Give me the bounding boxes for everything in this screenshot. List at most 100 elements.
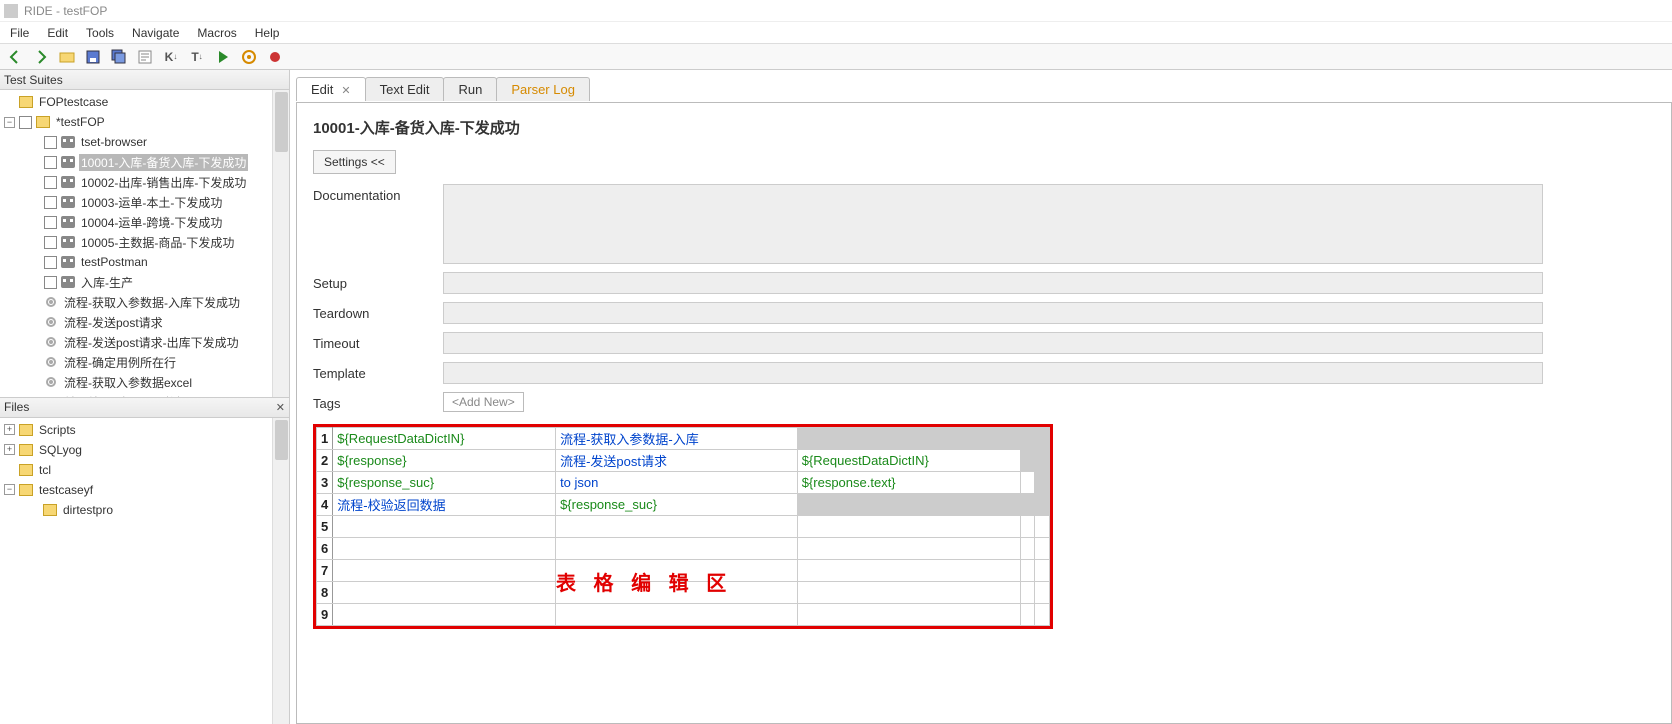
grid-cell[interactable]	[1020, 516, 1035, 538]
grid-cell[interactable]	[797, 538, 1020, 560]
row-header[interactable]: 5	[317, 516, 333, 538]
files-item[interactable]: dirtestpro	[0, 500, 289, 520]
files-item[interactable]: tcl	[0, 460, 289, 480]
grid-cell[interactable]: 流程-发送post请求	[556, 450, 798, 472]
checkbox[interactable]	[44, 276, 57, 289]
checkbox[interactable]	[19, 116, 32, 129]
tree-kw[interactable]: 流程-获取入参数据excel	[0, 372, 289, 392]
grid-editor[interactable]: 1${RequestDataDictIN}流程-获取入参数据-入库2${resp…	[313, 424, 1053, 629]
tree-kw[interactable]: 前置处理-读取公用数据	[0, 392, 289, 398]
close-icon[interactable]: ✕	[276, 401, 285, 414]
grid-cell[interactable]	[333, 560, 556, 582]
grid-cell[interactable]	[333, 582, 556, 604]
tree-tc-selected[interactable]: 10001-入库-备货入库-下发成功	[0, 152, 289, 172]
grid-cell[interactable]	[1020, 472, 1035, 494]
files-item[interactable]: +SQLyog	[0, 440, 289, 460]
files-item[interactable]: +Scripts	[0, 420, 289, 440]
tree-kw[interactable]: 流程-获取入参数据-入库下发成功	[0, 292, 289, 312]
menu-tools[interactable]: Tools	[86, 26, 114, 40]
grid-cell[interactable]	[1020, 582, 1035, 604]
grid-cell[interactable]	[1020, 494, 1035, 516]
save-all-icon[interactable]	[108, 47, 130, 67]
grid-cell[interactable]	[1035, 428, 1050, 450]
nav-forward-icon[interactable]	[30, 47, 52, 67]
settings-toggle-button[interactable]: Settings <<	[313, 150, 396, 174]
grid-cell[interactable]	[1035, 472, 1050, 494]
expand-icon[interactable]: +	[4, 424, 15, 435]
tree-tc[interactable]: 10003-运单-本土-下发成功	[0, 192, 289, 212]
grid-table[interactable]: 1${RequestDataDictIN}流程-获取入参数据-入库2${resp…	[316, 427, 1050, 626]
grid-cell[interactable]	[333, 516, 556, 538]
tree-tc[interactable]: 10004-运单-跨境-下发成功	[0, 212, 289, 232]
row-header[interactable]: 4	[317, 494, 333, 516]
scrollbar[interactable]	[272, 90, 289, 397]
grid-cell[interactable]	[797, 582, 1020, 604]
checkbox[interactable]	[44, 256, 57, 269]
checkbox[interactable]	[44, 216, 57, 229]
nav-back-icon[interactable]	[4, 47, 26, 67]
tree-tc[interactable]: 10002-出库-销售出库-下发成功	[0, 172, 289, 192]
scrollbar[interactable]	[272, 418, 289, 724]
grid-cell[interactable]	[797, 494, 1020, 516]
grid-cell[interactable]: ${RequestDataDictIN}	[333, 428, 556, 450]
grid-cell[interactable]: ${RequestDataDictIN}	[797, 450, 1020, 472]
grid-cell[interactable]	[1035, 560, 1050, 582]
collapse-icon[interactable]: −	[4, 484, 15, 495]
grid-cell[interactable]	[1035, 538, 1050, 560]
row-header[interactable]: 6	[317, 538, 333, 560]
grid-cell[interactable]	[1020, 428, 1035, 450]
keyword-icon[interactable]: K↓	[160, 47, 182, 67]
tab-edit[interactable]: Edit✕	[296, 77, 366, 101]
files-item[interactable]: −testcaseyf	[0, 480, 289, 500]
setup-field[interactable]	[443, 272, 1543, 294]
expand-icon[interactable]: +	[4, 444, 15, 455]
grid-cell[interactable]	[1035, 604, 1050, 626]
grid-cell[interactable]	[797, 560, 1020, 582]
grid-cell[interactable]	[1035, 494, 1050, 516]
menu-edit[interactable]: Edit	[47, 26, 68, 40]
template-field[interactable]	[443, 362, 1543, 384]
grid-cell[interactable]: to json	[556, 472, 798, 494]
scrollbar-thumb[interactable]	[275, 92, 288, 152]
grid-cell[interactable]	[797, 604, 1020, 626]
grid-cell[interactable]	[556, 516, 798, 538]
row-header[interactable]: 7	[317, 560, 333, 582]
tree-tc[interactable]: testPostman	[0, 252, 289, 272]
tree-tc[interactable]: 10005-主数据-商品-下发成功	[0, 232, 289, 252]
grid-cell[interactable]	[556, 560, 798, 582]
grid-cell[interactable]	[1035, 582, 1050, 604]
open-icon[interactable]	[56, 47, 78, 67]
grid-cell[interactable]	[1020, 560, 1035, 582]
tree-kw[interactable]: 流程-发送post请求-出库下发成功	[0, 332, 289, 352]
row-header[interactable]: 9	[317, 604, 333, 626]
grid-cell[interactable]	[797, 516, 1020, 538]
scrollbar-thumb[interactable]	[275, 420, 288, 460]
grid-cell[interactable]	[1020, 450, 1035, 472]
tab-text-edit[interactable]: Text Edit	[365, 77, 445, 101]
tree-kw[interactable]: 流程-确定用例所在行	[0, 352, 289, 372]
grid-cell[interactable]	[333, 538, 556, 560]
documentation-field[interactable]	[443, 184, 1543, 264]
checkbox[interactable]	[44, 236, 57, 249]
run-icon[interactable]	[212, 47, 234, 67]
save-icon[interactable]	[82, 47, 104, 67]
grid-cell[interactable]	[333, 604, 556, 626]
menu-navigate[interactable]: Navigate	[132, 26, 179, 40]
grid-cell[interactable]: ${response.text}	[797, 472, 1020, 494]
preview-icon[interactable]	[134, 47, 156, 67]
tree-suite[interactable]: − *testFOP	[0, 112, 289, 132]
timeout-field[interactable]	[443, 332, 1543, 354]
debug-icon[interactable]	[238, 47, 260, 67]
grid-cell[interactable]: ${response}	[333, 450, 556, 472]
checkbox[interactable]	[44, 196, 57, 209]
grid-cell[interactable]: ${response_suc}	[333, 472, 556, 494]
stop-icon[interactable]	[264, 47, 286, 67]
collapse-icon[interactable]: −	[4, 117, 15, 128]
grid-cell[interactable]: 流程-获取入参数据-入库	[556, 428, 798, 450]
files-tree[interactable]: +Scripts +SQLyog tcl −testcaseyf dirtest…	[0, 418, 289, 724]
tree-tc[interactable]: tset-browser	[0, 132, 289, 152]
menu-file[interactable]: File	[10, 26, 29, 40]
testcase-icon[interactable]: T↓	[186, 47, 208, 67]
checkbox[interactable]	[44, 156, 57, 169]
grid-cell[interactable]: ${response_suc}	[556, 494, 798, 516]
